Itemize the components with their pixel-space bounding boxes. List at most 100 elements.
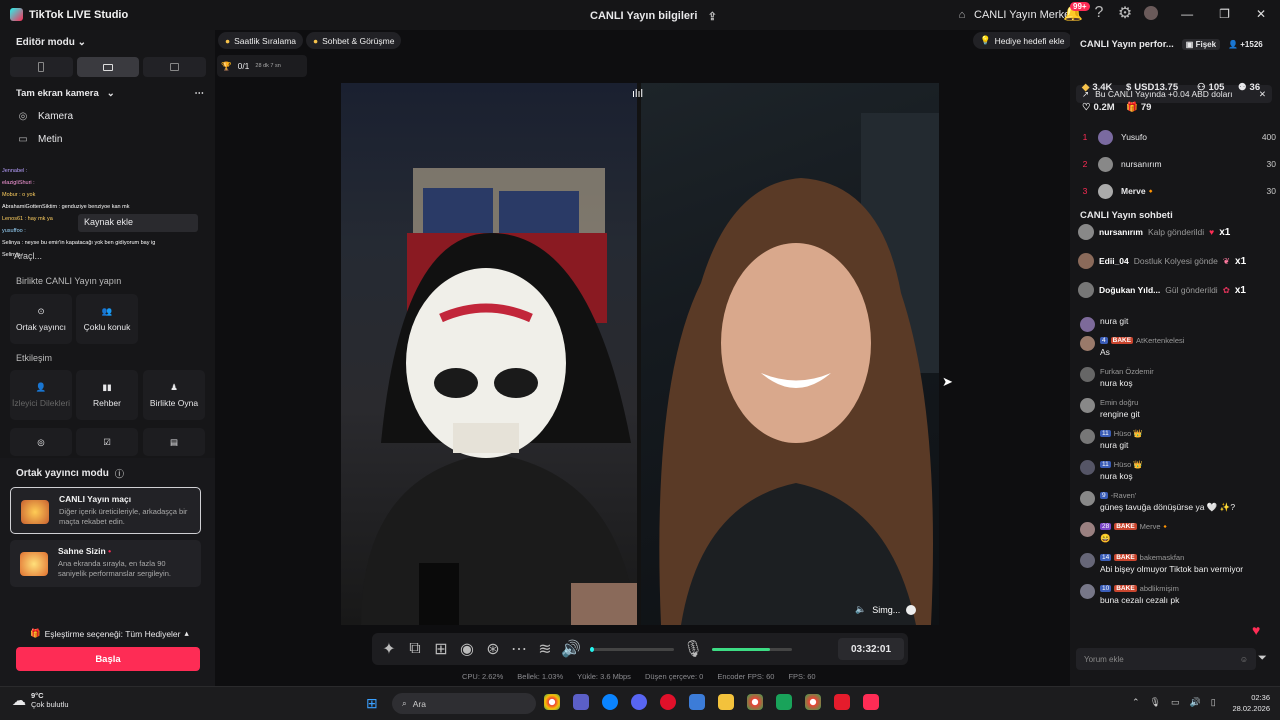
share-icon[interactable]: ⇪ xyxy=(705,9,719,23)
leaderboard-row[interactable]: 3 Merve🔸 30 xyxy=(1080,182,1276,200)
filter-icon[interactable]: ⏷ xyxy=(1258,652,1267,665)
chat-message[interactable]: 11 Hüso 👑 nura git xyxy=(1070,427,1280,452)
gift-goal-chip[interactable]: 💡 Hediye hedefi ekle xyxy=(973,32,1072,49)
more-icon[interactable]: ⋯ xyxy=(195,88,205,99)
tools-label[interactable]: Araçl... xyxy=(14,251,42,261)
record-icon[interactable]: ◉ xyxy=(460,641,474,658)
start-button[interactable]: Başla xyxy=(16,647,200,671)
dot-icon[interactable] xyxy=(906,604,917,615)
chrome-icon[interactable] xyxy=(544,694,560,710)
match-thumb-icon xyxy=(21,500,49,524)
clock[interactable]: 02:36 28.02.2026 xyxy=(1232,692,1270,714)
battery-icon[interactable]: ▯ xyxy=(1211,697,1216,708)
comment-input[interactable]: Yorum ekle ☺ xyxy=(1076,648,1256,670)
guide-button[interactable]: ▮▮ Rehber xyxy=(76,370,138,420)
text-icon: ▭ xyxy=(18,133,28,145)
more-icon[interactable]: ⋯ xyxy=(511,641,527,658)
hourly-ranking-chip[interactable]: ● Saatlik Sıralama xyxy=(218,32,304,49)
folder-icon[interactable] xyxy=(718,694,734,710)
network-icon[interactable]: ▭ xyxy=(1171,697,1180,708)
mic-level-bar[interactable] xyxy=(712,647,792,651)
youtube-icon[interactable] xyxy=(834,694,850,710)
chat-message[interactable]: 4 BAKE AtKertenkelesi As xyxy=(1070,334,1280,359)
gift-event: Doğukan Yıld... Gül gönderildi ✿ x1 xyxy=(1078,279,1274,301)
multi-guest-button[interactable]: 👥 Çoklu konuk xyxy=(76,294,138,344)
edge-icon[interactable] xyxy=(602,694,618,710)
avatar[interactable] xyxy=(1144,6,1158,20)
play-together-button[interactable]: ♟ Birlikte Oyna xyxy=(143,370,205,420)
portrait-icon[interactable] xyxy=(10,57,73,77)
ranking-widget[interactable]: 🏆 0/1 28 dk 7 sn xyxy=(217,55,307,77)
speaker-icon[interactable]: 🔈 xyxy=(855,604,866,615)
cohost-button[interactable]: ⊙ Ortak yayıncı xyxy=(10,294,72,344)
live-center-button[interactable]: ⌂ CANLI Yayın Merkezi xyxy=(955,8,1078,22)
source-text[interactable]: ▭ Metin xyxy=(16,132,62,146)
opera-icon[interactable] xyxy=(660,694,676,710)
chat-message[interactable]: 28 BAKE Merve🔸 😄 xyxy=(1070,520,1280,545)
xbox-icon[interactable] xyxy=(776,694,792,710)
usd-kpi: $ USD13.75 xyxy=(1126,82,1179,93)
discord-icon[interactable] xyxy=(631,694,647,710)
landscape-icon[interactable] xyxy=(76,57,140,77)
windows-start-icon[interactable]: ⊞ xyxy=(366,695,378,712)
coin-icon: ● xyxy=(225,35,231,46)
chat-message[interactable]: 9 -Raven' güneş tavuğa dönüşürse ya 🤍 ✨? xyxy=(1070,489,1280,514)
audio-bars-icon[interactable]: ılıl xyxy=(632,88,643,100)
live-match-card[interactable]: CANLI Yayın maçı Diğer içerik üreticiler… xyxy=(10,487,201,534)
chat-message[interactable]: 14 BAKE bakemaskfan Abi bişey olmuyor Tikto… xyxy=(1070,551,1280,576)
help-icon[interactable]: ⓘ xyxy=(115,467,124,480)
chat-call-chip[interactable]: ● Sohbet & Görüşme xyxy=(306,32,402,49)
chrome-icon[interactable] xyxy=(805,694,821,710)
emoji-icon[interactable]: ☺ xyxy=(1240,655,1248,664)
leaderboard-row[interactable]: 1 Yusufo 400 xyxy=(1080,128,1276,146)
box-icon[interactable]: ▤ xyxy=(143,428,205,456)
dual-icon[interactable] xyxy=(143,57,207,77)
level-badge: 11 xyxy=(1100,460,1111,468)
chat-message[interactable]: 10 BAKE abdlikmişim buna cezalı cezalı pk xyxy=(1070,582,1280,607)
avatar xyxy=(1080,398,1095,413)
source-camera[interactable]: ◎ Kamera xyxy=(16,109,73,123)
weather-widget[interactable]: ☁ 9°C Çok bulutlu xyxy=(12,691,69,709)
control-bar: ✦ ⧉ ⊞ ◉ ⊛ ⋯ ≋ 🔊 🎙 xyxy=(372,633,908,665)
mic-icon[interactable]: 🎙 xyxy=(1150,697,1161,708)
effects-icon[interactable]: ⧉ xyxy=(408,640,422,657)
stage-card[interactable]: Sahne Sizin • Ana ekranda sırayla, en fa… xyxy=(10,540,201,587)
volume-icon[interactable]: 🔊 xyxy=(1190,697,1201,708)
chat-message[interactable]: 11 Hüso 👑 nura koş xyxy=(1070,458,1280,483)
mail-icon[interactable] xyxy=(689,694,705,710)
taskbar-search[interactable]: ⌕ Ara xyxy=(392,693,536,714)
speaker-icon[interactable]: 🔊 xyxy=(561,641,581,658)
gift-icon: 🎁 xyxy=(30,628,41,638)
chevron-up-icon[interactable]: ⌃ xyxy=(1132,697,1140,708)
leaderboard-row[interactable]: 2 nursanırım 30 xyxy=(1080,155,1276,173)
sliders-icon[interactable]: ≋ xyxy=(538,641,552,658)
maximize-icon[interactable]: ❐ xyxy=(1219,7,1230,21)
match-option-dropdown[interactable]: 🎁 Eşleştirme seçeneği: Tüm Hediyeler ▴ xyxy=(30,628,189,639)
gear-icon[interactable]: ⚙ xyxy=(1118,5,1132,22)
editor-mode-dropdown[interactable]: Editör modu ⌄ xyxy=(16,37,86,48)
chat-message[interactable]: Furkan Özdemir nura koş xyxy=(1070,365,1280,390)
minimize-icon[interactable]: — xyxy=(1181,7,1193,21)
chrome-icon[interactable] xyxy=(747,694,763,710)
add-source-button[interactable]: Kaynak ekle xyxy=(78,214,198,232)
viewer-wishes-button[interactable]: 👤 İzleyici Dilekleri xyxy=(10,370,72,420)
camera-switch-icon[interactable]: ⊛ xyxy=(486,641,500,658)
check-icon[interactable]: ☑ xyxy=(76,428,138,456)
bell-icon[interactable]: 🔔 99+ xyxy=(1063,2,1090,22)
stage-thumb-icon xyxy=(20,552,48,576)
help-icon[interactable]: ? xyxy=(1092,4,1106,21)
chat-message[interactable]: Emin doğru rengine git xyxy=(1070,396,1280,421)
tiktok-app-icon[interactable] xyxy=(863,694,879,710)
chat-message[interactable]: nura git xyxy=(1070,315,1280,332)
layout-icon[interactable]: ⊞ xyxy=(434,641,448,658)
speaker-volume-slider[interactable] xyxy=(590,646,674,652)
mic-icon[interactable]: 🎙 xyxy=(683,641,703,658)
close-icon[interactable]: ✕ xyxy=(1256,7,1266,21)
teams-icon[interactable] xyxy=(573,694,589,710)
heart-icon[interactable]: ♥ xyxy=(1252,622,1260,638)
magic-wand-icon[interactable]: ✦ xyxy=(382,641,396,658)
target-icon[interactable]: ◎ xyxy=(10,428,72,456)
live-info-title[interactable]: CANLI Yayın bilgileri ⇪ xyxy=(590,9,719,23)
scene-selector[interactable]: Tam ekran kamera ⌄ ⋯ xyxy=(16,88,204,99)
fisek-badge[interactable]: ▣ Fişek xyxy=(1181,39,1221,50)
